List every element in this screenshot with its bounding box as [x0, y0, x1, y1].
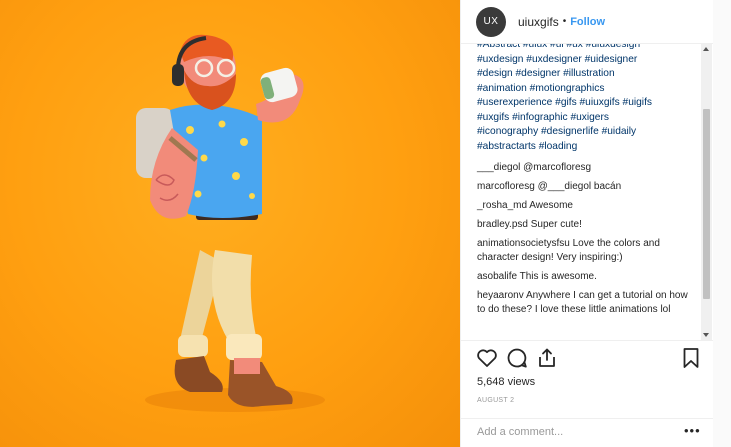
follow-button[interactable]: Follow	[570, 16, 605, 28]
scroll-down-arrow-icon[interactable]	[703, 333, 709, 337]
comment-text: Super cute!	[530, 219, 582, 230]
comment-username[interactable]: _rosha_md	[477, 200, 527, 211]
avatar[interactable]: UX	[476, 6, 506, 37]
more-options-icon[interactable]: •••	[684, 423, 701, 438]
divider	[461, 340, 714, 341]
comment-item: marcofloresg @___diegol bacán	[477, 180, 691, 194]
post-side-panel: UX uiuxgifs • Follow #Abstract #uiux #ui…	[460, 0, 714, 447]
comment-username[interactable]: asobalife	[477, 271, 517, 282]
add-comment-input[interactable]	[477, 426, 657, 438]
separator-dot: •	[562, 16, 567, 27]
comment-text: This is awesome.	[519, 271, 597, 282]
comments-list[interactable]: #Abstract #uiux #ui #ux #uiuxdesign #uxd…	[461, 44, 701, 340]
hashtag-line[interactable]: #design #designer #illustration	[477, 67, 691, 82]
share-icon[interactable]	[535, 346, 559, 370]
hashtag-line[interactable]: #animation #motiongraphics	[477, 82, 691, 97]
view-count[interactable]: 5,648 views	[477, 376, 535, 388]
comment-item: ___diegol @marcofloresg	[477, 161, 691, 175]
scrollbar-thumb[interactable]	[703, 109, 710, 299]
comment-text: @marcofloresg	[523, 162, 592, 173]
hashtag-line[interactable]: #iconography #designerlife #uidaily	[477, 125, 691, 140]
comment-username[interactable]: heyaaronv	[477, 290, 524, 301]
hashtag-line[interactable]: #abstractarts #loading	[477, 140, 691, 155]
comment-bubble-icon[interactable]	[505, 346, 529, 370]
comment-item: bradley.psd Super cute!	[477, 218, 691, 232]
comment-username[interactable]: ___diegol	[477, 162, 520, 173]
comment-text: Awesome	[529, 200, 573, 211]
comment-item: asobalife This is awesome.	[477, 270, 691, 284]
comment-username[interactable]: marcofloresg	[477, 181, 535, 192]
post-header: UX uiuxgifs • Follow	[461, 0, 714, 44]
heart-icon[interactable]	[475, 346, 499, 370]
hashtag-line[interactable]: #uxgifs #infographic #uxigers	[477, 111, 691, 126]
comment-username[interactable]: animationsocietysfsu	[477, 238, 570, 249]
comments-scrollbar[interactable]	[701, 44, 712, 340]
caption-hashtags: #Abstract #uiux #ui #ux #uiuxdesign #uxd…	[477, 44, 691, 154]
bookmark-icon[interactable]	[679, 346, 703, 370]
comment-text: @___diegol bacán	[537, 181, 622, 192]
action-bar	[475, 346, 701, 374]
comment-item: heyaaronv Anywhere I can get a tutorial …	[477, 289, 691, 317]
hashtag-line[interactable]: #Abstract #uiux #ui #ux #uiuxdesign	[477, 44, 691, 53]
comment-username[interactable]: bradley.psd	[477, 219, 528, 230]
hashtag-line[interactable]: #uxdesign #uxdesigner #uidesigner	[477, 53, 691, 68]
post-date[interactable]: AUGUST 2	[477, 397, 514, 404]
character-illustration	[136, 34, 325, 412]
comment-item: animationsocietysfsu Love the colors and…	[477, 237, 691, 265]
scroll-up-arrow-icon[interactable]	[703, 47, 709, 51]
username-link[interactable]: uiuxgifs	[518, 15, 559, 29]
page-gutter	[713, 0, 731, 447]
divider	[461, 418, 714, 419]
comment-item: _rosha_md Awesome	[477, 199, 691, 213]
post-media[interactable]	[0, 0, 460, 447]
hashtag-line[interactable]: #userexperience #gifs #uiuxgifs #uigifs	[477, 96, 691, 111]
